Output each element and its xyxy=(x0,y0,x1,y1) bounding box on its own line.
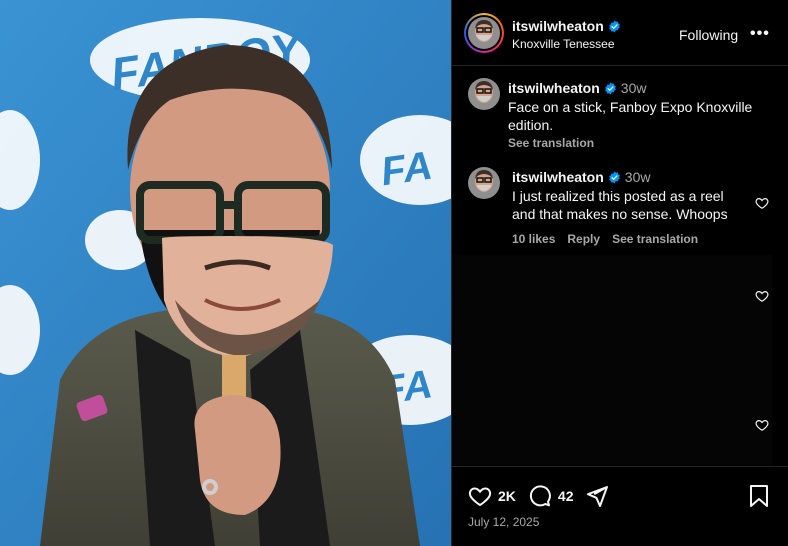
comment-username[interactable]: itswilwheaton xyxy=(512,169,604,185)
share-action[interactable] xyxy=(585,484,609,508)
heart-icon[interactable] xyxy=(468,484,492,508)
post-photo[interactable]: FANBOY FA FA xyxy=(0,0,451,546)
comment-time[interactable]: 30w xyxy=(625,169,651,185)
author-avatar[interactable] xyxy=(464,13,504,53)
post-date[interactable]: July 12, 2025 xyxy=(468,515,539,529)
heart-icon[interactable] xyxy=(755,289,769,303)
caption-text-line1: Face on a stick, Fanboy Expo Knoxville xyxy=(508,99,753,115)
author-username-text[interactable]: itswilwheaton xyxy=(512,18,604,34)
share-icon[interactable] xyxy=(585,484,609,508)
comment-text-line2: and that makes no sense. Whoops xyxy=(512,206,728,222)
comment-icon[interactable] xyxy=(528,484,552,508)
post-side-panel: itswilwheaton Knoxville Tenessee Followi… xyxy=(451,0,788,546)
comment-likes[interactable]: 10 likes xyxy=(512,232,555,246)
caption-see-translation[interactable]: See translation xyxy=(508,136,778,150)
heart-icon[interactable] xyxy=(755,418,769,432)
comment-avatar[interactable] xyxy=(468,167,500,199)
bookmark-icon[interactable] xyxy=(748,484,770,508)
like-action[interactable]: 2K xyxy=(468,484,516,508)
comment-action[interactable]: 42 xyxy=(528,484,574,508)
caption-avatar[interactable] xyxy=(468,78,500,110)
comments-count[interactable]: 42 xyxy=(558,488,574,504)
comment-see-translation[interactable]: See translation xyxy=(612,232,698,246)
caption-time[interactable]: 30w xyxy=(621,80,647,96)
svg-text:FA: FA xyxy=(378,144,435,195)
verified-badge-icon xyxy=(608,171,620,183)
likes-count[interactable]: 2K xyxy=(498,488,516,504)
following-button[interactable]: Following xyxy=(679,27,738,43)
caption-username[interactable]: itswilwheaton xyxy=(508,80,600,96)
caption-text-line2: edition. xyxy=(508,117,554,133)
post-header: itswilwheaton Knoxville Tenessee Followi… xyxy=(452,0,788,66)
verified-badge-icon xyxy=(608,20,620,32)
redacted-comments xyxy=(452,255,772,465)
more-icon[interactable]: ••• xyxy=(750,25,770,43)
verified-badge-icon xyxy=(604,82,616,94)
comment-reply-button[interactable]: Reply xyxy=(567,232,600,246)
comment-text-line1: I just realized this posted as a reel xyxy=(512,188,724,204)
post-location[interactable]: Knoxville Tenessee xyxy=(512,37,615,51)
heart-icon[interactable] xyxy=(755,196,769,210)
author-username[interactable]: itswilwheaton xyxy=(512,18,621,34)
post-actions: 2K 42 July 12, 2025 xyxy=(452,466,788,546)
